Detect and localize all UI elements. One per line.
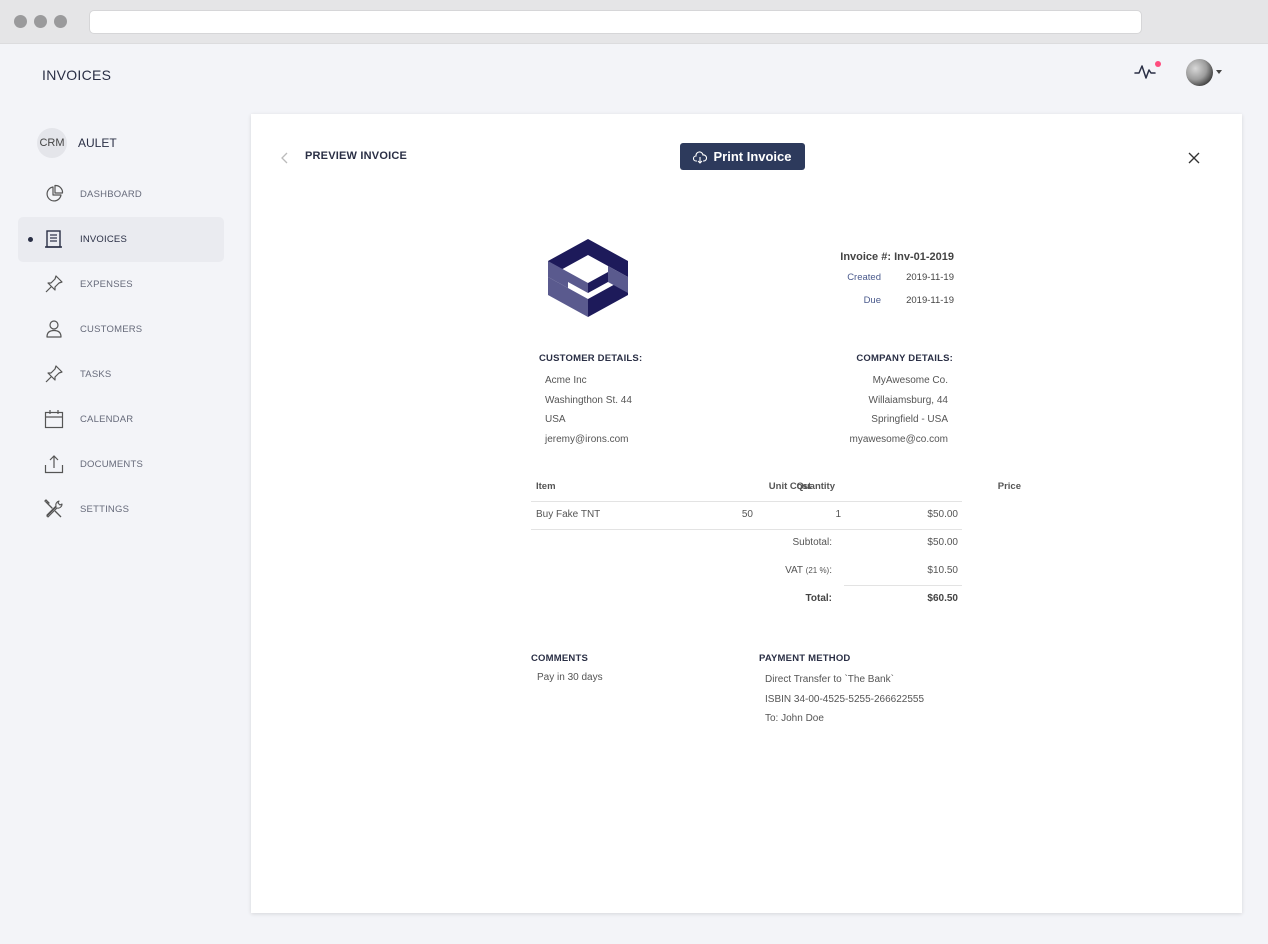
close-icon[interactable] bbox=[1187, 151, 1201, 165]
notification-dot bbox=[1155, 61, 1161, 67]
pin-icon bbox=[45, 365, 63, 383]
row-price: $50.00 bbox=[927, 509, 958, 520]
row-quantity: 1 bbox=[835, 509, 841, 520]
vat-value: $10.50 bbox=[927, 565, 958, 576]
sidebar-item-tasks[interactable]: TASKS bbox=[18, 352, 224, 397]
company-logo bbox=[548, 239, 628, 317]
pin-icon bbox=[45, 275, 63, 293]
created-label: Created bbox=[847, 272, 881, 283]
subtotal-value: $50.00 bbox=[927, 537, 958, 548]
sidebar-item-customers[interactable]: CUSTOMERS bbox=[18, 307, 224, 352]
sidebar-item-dashboard[interactable]: DASHBOARD bbox=[18, 172, 224, 217]
total-divider bbox=[844, 585, 962, 586]
customer-details: Acme Inc Washingthon St. 44 USA jeremy@i… bbox=[545, 373, 632, 451]
sidebar-item-label: SETTINGS bbox=[80, 504, 130, 515]
comments-text: Pay in 30 days bbox=[537, 672, 603, 683]
header-divider bbox=[531, 501, 962, 502]
sidebar-item-settings[interactable]: SETTINGS bbox=[18, 487, 224, 532]
vat-text: VAT bbox=[785, 565, 803, 576]
sidebar-item-label: CUSTOMERS bbox=[80, 324, 143, 335]
sidebar-item-label: DOCUMENTS bbox=[80, 459, 144, 470]
sidebar-nav: DASHBOARD INVOICES EXPENSES CUSTOMERS TA… bbox=[18, 172, 224, 532]
customer-email: jeremy@irons.com bbox=[545, 433, 629, 445]
sidebar-item-label: INVOICES bbox=[80, 234, 127, 245]
total-value: $60.50 bbox=[927, 593, 958, 604]
subtotal-label: Subtotal: bbox=[792, 537, 832, 548]
total-label: Total: bbox=[805, 593, 832, 604]
browser-chrome bbox=[0, 0, 1268, 44]
column-header-price: Price bbox=[997, 481, 1021, 492]
company-line: Willaiamsburg, 44 bbox=[868, 394, 948, 406]
vat-label: VAT (21 %): bbox=[711, 565, 832, 576]
print-invoice-label: Print Invoice bbox=[713, 149, 792, 164]
sidebar-item-invoices[interactable]: INVOICES bbox=[18, 217, 224, 262]
vat-percent: (21 %) bbox=[805, 566, 830, 575]
invoice-number: Invoice #: Inv-01-2019 bbox=[840, 251, 954, 263]
sidebar-item-expenses[interactable]: EXPENSES bbox=[18, 262, 224, 307]
window-maximize-dot[interactable] bbox=[54, 15, 67, 28]
customer-line: USA bbox=[545, 414, 566, 425]
payment-line: Direct Transfer to `The Bank` bbox=[765, 674, 894, 685]
column-header-quantity: Quantity bbox=[796, 481, 835, 492]
active-indicator bbox=[28, 237, 33, 242]
invoice-preview-panel: PREVIEW INVOICE Print Invoice Invoice #:… bbox=[251, 114, 1242, 913]
receipt-icon bbox=[45, 230, 62, 248]
upload-icon bbox=[44, 455, 64, 474]
print-invoice-button[interactable]: Print Invoice bbox=[680, 143, 805, 170]
company-line: Springfield - USA bbox=[871, 414, 948, 425]
sidebar-item-label: CALENDAR bbox=[80, 414, 134, 425]
sidebar-item-label: TASKS bbox=[80, 369, 112, 380]
brand-name: AULET bbox=[78, 136, 117, 150]
payment-method-heading: PAYMENT METHOD bbox=[759, 653, 851, 664]
window-minimize-dot[interactable] bbox=[34, 15, 47, 28]
comments-heading: COMMENTS bbox=[531, 653, 589, 664]
sidebar-item-documents[interactable]: DOCUMENTS bbox=[18, 442, 224, 487]
payment-line: ISBIN 34-00-4525-5255-266622555 bbox=[765, 693, 925, 705]
chevron-down-icon[interactable] bbox=[1216, 70, 1222, 74]
company-line: MyAwesome Co. bbox=[872, 375, 948, 386]
tools-icon bbox=[44, 499, 63, 518]
user-icon bbox=[46, 320, 62, 338]
panel-title: PREVIEW INVOICE bbox=[305, 150, 408, 162]
chevron-left-icon[interactable] bbox=[278, 151, 292, 165]
company-email: myawesome@co.com bbox=[849, 433, 948, 445]
payment-line: To: John Doe bbox=[765, 713, 824, 724]
pie-chart-icon bbox=[46, 184, 64, 202]
company-details-heading: COMPANY DETAILS: bbox=[856, 353, 953, 364]
due-date: 2019-11-19 bbox=[906, 295, 954, 306]
created-date: 2019-11-19 bbox=[906, 272, 954, 283]
user-avatar[interactable] bbox=[1186, 59, 1213, 86]
sidebar-item-calendar[interactable]: CALENDAR bbox=[18, 397, 224, 442]
calendar-icon bbox=[44, 410, 64, 429]
vat-colon: : bbox=[829, 565, 832, 576]
column-header-item: Item bbox=[536, 481, 556, 492]
customer-line: Acme Inc bbox=[545, 375, 587, 386]
sidebar-item-label: EXPENSES bbox=[80, 279, 133, 290]
row-item: Buy Fake TNT bbox=[536, 509, 601, 520]
brand-badge: CRM bbox=[37, 128, 67, 158]
payment-method-details: Direct Transfer to `The Bank` ISBIN 34-0… bbox=[765, 672, 924, 731]
cloud-download-icon bbox=[693, 150, 708, 164]
row-divider bbox=[531, 529, 962, 530]
sidebar-item-label: DASHBOARD bbox=[80, 189, 142, 200]
window-close-dot[interactable] bbox=[14, 15, 27, 28]
address-bar[interactable] bbox=[89, 10, 1142, 34]
page-title: INVOICES bbox=[42, 67, 112, 83]
company-details: MyAwesome Co. Willaiamsburg, 44 Springfi… bbox=[791, 373, 948, 451]
activity-icon[interactable] bbox=[1134, 63, 1156, 81]
due-label: Due bbox=[863, 295, 881, 306]
row-unit-cost: 50 bbox=[741, 509, 753, 520]
customer-details-heading: CUSTOMER DETAILS: bbox=[539, 353, 643, 364]
customer-line: Washingthon St. 44 bbox=[545, 394, 632, 406]
